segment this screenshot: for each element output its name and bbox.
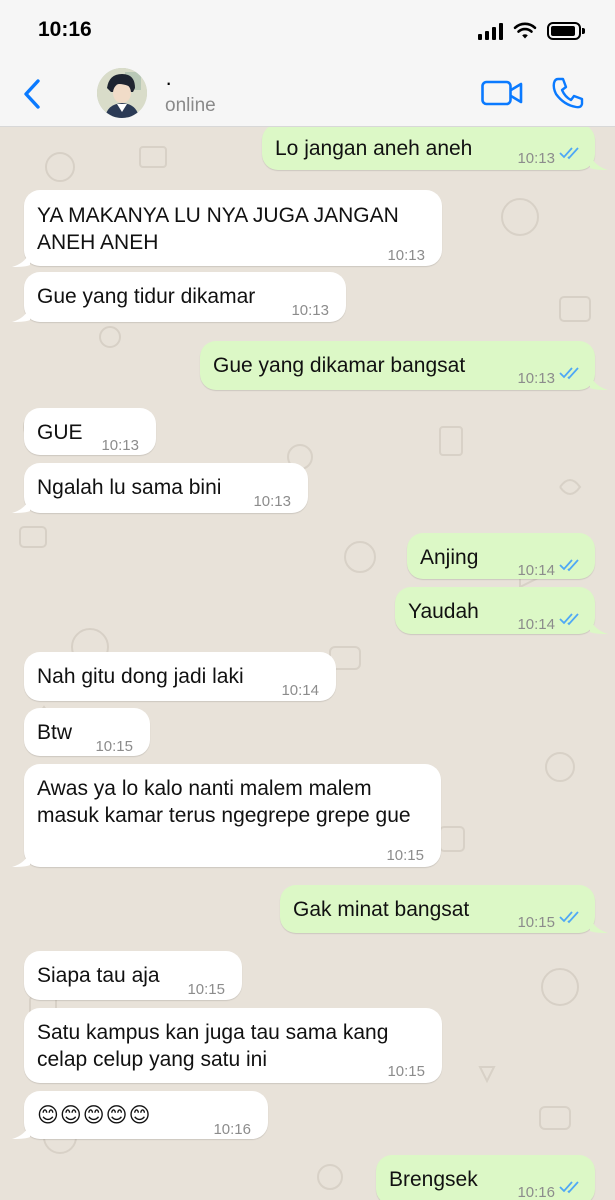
battery-icon [547, 22, 585, 40]
video-call-button[interactable] [480, 78, 524, 108]
bubble-tail [590, 154, 608, 170]
message-time: 10:14 [517, 616, 555, 633]
message-text: YA MAKANYA LU NYA JUGA JANGAN ANEH ANEH [37, 204, 399, 254]
contact-name[interactable]: · [165, 70, 172, 96]
message-bubble-incoming[interactable]: YA MAKANYA LU NYA JUGA JANGAN ANEH ANEH … [24, 190, 442, 266]
message-text: Nah gitu dong jadi laki [37, 665, 244, 688]
bubble-tail [590, 374, 608, 390]
message-bubble-incoming[interactable]: Gue yang tidur dikamar 10:13 [24, 272, 346, 322]
message-time: 10:15 [386, 847, 424, 864]
message-bubble-outgoing[interactable]: Anjing 10:14 [407, 533, 595, 579]
read-receipt-icon [559, 613, 579, 626]
message-time: 10:13 [517, 150, 555, 167]
contact-status: online [165, 95, 216, 116]
message-time: 10:13 [517, 370, 555, 387]
message-time: 10:13 [101, 437, 139, 454]
bubble-tail [12, 851, 30, 867]
message-time: 10:15 [95, 738, 133, 755]
cellular-signal-icon [478, 22, 503, 40]
read-receipt-icon [559, 559, 579, 572]
read-receipt-icon [559, 911, 579, 924]
message-time: 10:16 [517, 1184, 555, 1200]
message-time: 10:15 [387, 1063, 425, 1080]
chat-header: · online [0, 62, 615, 127]
wifi-icon [513, 22, 537, 39]
message-bubble-incoming[interactable]: Nah gitu dong jadi laki 10:14 [24, 652, 336, 701]
message-text: Satu kampus kan juga tau sama kang celap… [37, 1021, 389, 1071]
message-time: 10:14 [517, 562, 555, 579]
message-bubble-outgoing[interactable]: Lo jangan aneh aneh 10:13 [262, 127, 595, 170]
message-bubble-outgoing[interactable]: Brengsek 10:16 [376, 1155, 595, 1200]
bubble-tail [12, 306, 30, 322]
message-bubble-incoming[interactable]: Awas ya lo kalo nanti malem malem masuk … [24, 764, 441, 867]
status-bar: 10:16 [0, 0, 615, 62]
contact-avatar[interactable] [97, 68, 147, 118]
message-bubble-outgoing[interactable]: Yaudah 10:14 [395, 587, 595, 634]
bubble-tail [590, 618, 608, 634]
message-text: Anjing [420, 546, 479, 569]
voice-call-button[interactable] [551, 76, 585, 110]
chat-area[interactable]: Lo jangan aneh aneh 10:13 YA MAKANYA LU … [0, 127, 615, 1200]
back-button[interactable] [18, 76, 48, 112]
message-text: Yaudah [408, 600, 479, 623]
message-bubble-incoming[interactable]: Satu kampus kan juga tau sama kang celap… [24, 1008, 442, 1083]
message-bubble-incoming[interactable]: 😊😊😊😊😊 10:16 [24, 1091, 268, 1139]
message-bubble-incoming[interactable]: Btw 10:15 [24, 708, 150, 756]
message-bubble-outgoing[interactable]: Gue yang dikamar bangsat 10:13 [200, 341, 595, 390]
message-time: 10:16 [213, 1121, 251, 1138]
message-bubble-incoming[interactable]: GUE 10:13 [24, 408, 156, 455]
message-time: 10:13 [253, 493, 291, 510]
bubble-tail [12, 251, 30, 267]
message-text: Awas ya lo kalo nanti malem malem masuk … [37, 777, 411, 827]
status-time: 10:16 [38, 18, 92, 41]
bubble-tail [12, 1123, 30, 1139]
bubble-tail [590, 917, 608, 933]
message-time: 10:15 [517, 914, 555, 931]
message-time: 10:14 [281, 682, 319, 699]
message-time: 10:13 [387, 247, 425, 264]
read-receipt-icon [559, 367, 579, 380]
bubble-tail [12, 497, 30, 513]
message-bubble-outgoing[interactable]: Gak minat bangsat 10:15 [280, 885, 595, 933]
message-text: Gue yang tidur dikamar [37, 285, 256, 308]
message-time: 10:13 [291, 302, 329, 319]
message-bubble-incoming[interactable]: Ngalah lu sama bini 10:13 [24, 463, 308, 513]
read-receipt-icon [559, 147, 579, 160]
status-icons [478, 20, 585, 42]
avatar-image [97, 68, 147, 118]
read-receipt-icon [559, 1181, 579, 1194]
message-time: 10:15 [187, 981, 225, 998]
message-bubble-incoming[interactable]: Siapa tau aja 10:15 [24, 951, 242, 1000]
